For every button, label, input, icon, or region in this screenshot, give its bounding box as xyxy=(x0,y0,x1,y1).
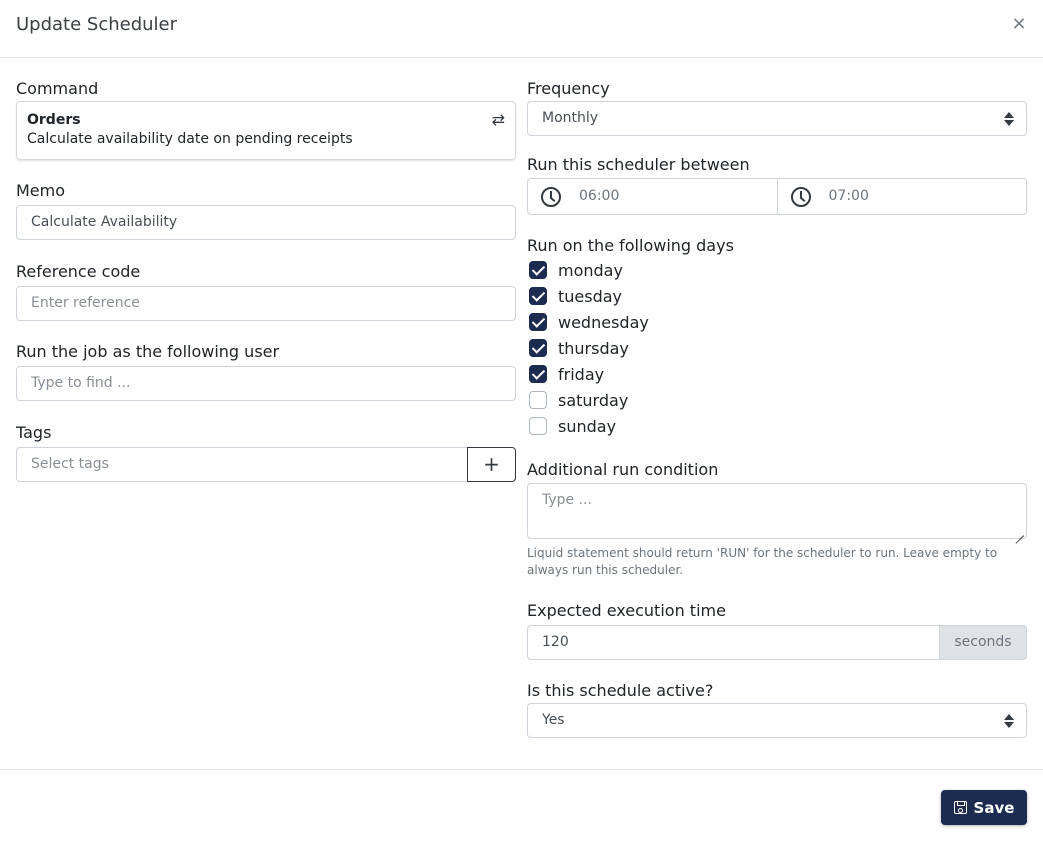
day-item-wednesday[interactable]: wednesday xyxy=(527,309,1027,335)
day-label: saturday xyxy=(558,390,629,410)
day-label: sunday xyxy=(558,416,617,436)
tuesday-checkbox[interactable] xyxy=(529,287,547,305)
modal-header: Update Scheduler × xyxy=(0,0,1043,58)
frequency-value: Monthly xyxy=(542,110,599,126)
thursday-checkbox[interactable] xyxy=(529,339,547,357)
command-title: Orders xyxy=(27,112,81,128)
day-item-tuesday[interactable]: tuesday xyxy=(527,283,1027,309)
active-select[interactable]: Yes xyxy=(527,703,1027,738)
select-arrows-icon xyxy=(1004,111,1014,127)
save-label: Save xyxy=(973,798,1015,817)
days-label: Run on the following days xyxy=(527,236,734,255)
day-item-sunday[interactable]: sunday xyxy=(527,413,1027,439)
command-description: Calculate availability date on pending r… xyxy=(27,131,353,147)
left-column: Command Orders Calculate availability da… xyxy=(16,78,516,482)
sunday-checkbox[interactable] xyxy=(529,417,547,435)
command-selector[interactable]: Orders Calculate availability date on pe… xyxy=(16,101,516,160)
run-as-user-label: Run the job as the following user xyxy=(16,342,280,361)
tags-label: Tags xyxy=(16,423,52,442)
reference-input[interactable]: Enter reference xyxy=(16,286,516,321)
clock-icon xyxy=(790,187,811,207)
condition-placeholder: Type ... xyxy=(542,492,592,508)
right-column: Frequency Monthly Run this scheduler bet… xyxy=(527,78,1027,738)
day-item-friday[interactable]: friday xyxy=(527,361,1027,387)
saturday-checkbox[interactable] xyxy=(529,391,547,409)
wednesday-checkbox[interactable] xyxy=(529,313,547,331)
select-arrows-icon xyxy=(1004,713,1014,729)
user-search-input[interactable]: Type to find ... xyxy=(16,366,516,401)
start-time-input[interactable]: 06:00 xyxy=(528,179,777,214)
monday-checkbox[interactable] xyxy=(529,261,547,279)
end-time-value: 07:00 xyxy=(828,188,869,204)
modal-title: Update Scheduler xyxy=(16,14,178,35)
execution-time-label: Expected execution time xyxy=(527,601,726,620)
day-label: monday xyxy=(558,260,623,280)
frequency-select[interactable]: Monthly xyxy=(527,101,1027,136)
condition-textarea[interactable]: Type ... xyxy=(527,483,1027,539)
add-tag-button[interactable]: + xyxy=(467,447,516,482)
friday-checkbox[interactable] xyxy=(529,365,547,383)
condition-help-text: Liquid statement should return 'RUN' for… xyxy=(527,546,998,577)
execution-time-group: 120 seconds xyxy=(527,625,1027,660)
end-time-input[interactable]: 07:00 xyxy=(776,179,1027,214)
time-window-label: Run this scheduler between xyxy=(527,155,750,174)
clock-icon xyxy=(541,187,561,207)
seconds-addon: seconds xyxy=(940,625,1027,660)
day-label: tuesday xyxy=(558,286,623,306)
condition-label: Additional run condition xyxy=(527,460,719,479)
day-item-monday[interactable]: monday xyxy=(527,257,1027,283)
reference-label: Reference code xyxy=(16,262,141,281)
active-label: Is this schedule active? xyxy=(527,681,714,700)
execution-time-input[interactable]: 120 xyxy=(527,625,940,660)
day-label: friday xyxy=(558,364,605,384)
time-range: 06:00 07:00 xyxy=(527,178,1027,215)
tags-input[interactable]: Select tags xyxy=(16,447,467,482)
modal-footer: Save xyxy=(0,769,1043,841)
day-list: monday tuesday wednesday thursday friday… xyxy=(527,257,1027,439)
day-item-saturday[interactable]: saturday xyxy=(527,387,1027,413)
day-label: wednesday xyxy=(558,312,649,332)
day-item-thursday[interactable]: thursday xyxy=(527,335,1027,361)
tags-group: Select tags + xyxy=(16,447,516,482)
frequency-label: Frequency xyxy=(527,79,610,98)
memo-input[interactable]: Calculate Availability xyxy=(16,205,516,240)
floppy-disk-icon xyxy=(953,801,967,814)
command-label: Command xyxy=(16,79,99,98)
save-button[interactable]: Save xyxy=(941,790,1027,825)
memo-label: Memo xyxy=(16,181,66,200)
day-label: thursday xyxy=(558,338,629,358)
resize-handle-icon[interactable] xyxy=(1016,528,1024,536)
swap-arrows-icon[interactable]: ⇄ xyxy=(492,110,505,129)
active-value: Yes xyxy=(542,712,565,728)
start-time-value: 06:00 xyxy=(579,188,620,204)
close-button[interactable]: × xyxy=(1009,12,1029,36)
